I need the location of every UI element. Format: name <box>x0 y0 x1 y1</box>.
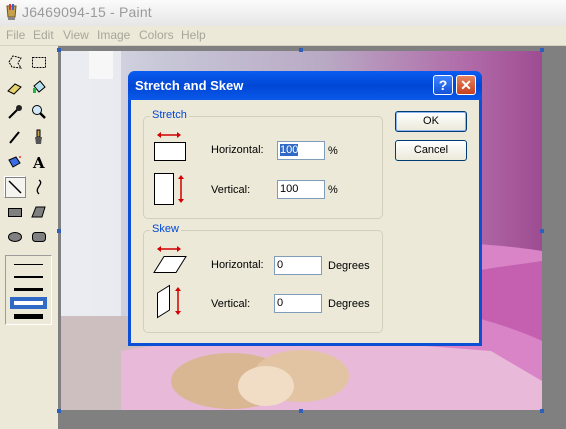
resize-handle[interactable] <box>299 48 303 52</box>
title-bar: J6469094-15 - Paint <box>0 0 566 27</box>
skew-vertical-label: Vertical: <box>211 298 251 310</box>
eraser-icon[interactable] <box>4 76 26 98</box>
line-width-selector <box>5 255 52 325</box>
skew-group-label: Skew <box>150 223 181 235</box>
resize-handle[interactable] <box>540 409 544 413</box>
help-button[interactable]: ? <box>433 75 453 95</box>
airbrush-icon[interactable] <box>4 151 26 173</box>
menu-file[interactable]: File <box>6 28 25 42</box>
line-width-5[interactable] <box>14 314 43 319</box>
resize-handle[interactable] <box>57 48 61 52</box>
fill-icon[interactable] <box>28 76 50 98</box>
skew-vertical-unit: Degrees <box>328 298 370 310</box>
pick-color-icon[interactable] <box>4 101 26 123</box>
resize-handle[interactable] <box>57 409 61 413</box>
paint-app-icon <box>6 4 17 20</box>
stretch-horizontal-unit: % <box>328 145 338 157</box>
stretch-group: Stretch Horizontal: 100 % Vertical: 100 … <box>143 109 383 219</box>
rect-select-icon[interactable] <box>28 51 50 73</box>
free-form-select-icon[interactable] <box>4 51 26 73</box>
ok-button[interactable]: OK <box>395 111 467 132</box>
stretch-horizontal-icon <box>154 132 186 161</box>
brush-icon[interactable] <box>28 126 50 148</box>
cancel-button[interactable]: Cancel <box>395 140 467 161</box>
curve-icon[interactable] <box>28 176 50 198</box>
line-width-4[interactable] <box>14 301 43 305</box>
stretch-group-label: Stretch <box>150 109 189 121</box>
stretch-skew-dialog: Stretch and Skew ? ✕ Stretch Horizontal:… <box>128 71 482 346</box>
skew-vertical-input[interactable]: 0 <box>274 294 322 313</box>
pencil-icon[interactable] <box>4 126 26 148</box>
close-button[interactable]: ✕ <box>456 75 476 95</box>
stretch-horizontal-label: Horizontal: <box>211 144 264 156</box>
menu-colors[interactable]: Colors <box>139 28 174 42</box>
line-width-2[interactable] <box>14 276 43 278</box>
menu-bar: File Edit View Image Colors Help <box>0 26 566 46</box>
rounded-rect-icon[interactable] <box>28 226 50 248</box>
dialog-title-bar[interactable]: Stretch and Skew ? ✕ <box>128 71 482 100</box>
polygon-icon[interactable] <box>28 201 50 223</box>
resize-handle[interactable] <box>540 48 544 52</box>
stretch-vertical-label: Vertical: <box>211 184 251 196</box>
skew-horizontal-label: Horizontal: <box>211 259 264 271</box>
stretch-vertical-unit: % <box>328 184 338 196</box>
skew-group: Skew Horizontal: 0 Degrees Vertical: 0 D… <box>143 223 383 333</box>
resize-handle[interactable] <box>540 229 544 233</box>
menu-view[interactable]: View <box>63 28 89 42</box>
line-width-3[interactable] <box>14 288 43 291</box>
stretch-horizontal-input[interactable]: 100 <box>277 141 325 160</box>
skew-horizontal-input[interactable]: 0 <box>274 256 322 275</box>
menu-help[interactable]: Help <box>181 28 206 42</box>
ellipse-icon[interactable] <box>4 226 26 248</box>
menu-image[interactable]: Image <box>97 28 130 42</box>
resize-handle[interactable] <box>57 229 61 233</box>
window-title: J6469094-15 - Paint <box>22 4 152 20</box>
line-width-1[interactable] <box>14 264 43 265</box>
tool-box: A <box>0 46 58 429</box>
skew-horizontal-unit: Degrees <box>328 260 370 272</box>
dialog-title: Stretch and Skew <box>135 78 244 93</box>
svg-text:A: A <box>32 154 45 170</box>
line-icon[interactable] <box>4 176 26 198</box>
stretch-vertical-icon <box>154 173 184 205</box>
skew-horizontal-icon <box>153 246 187 273</box>
stretch-vertical-input[interactable]: 100 <box>277 180 325 199</box>
rectangle-icon[interactable] <box>4 201 26 223</box>
text-icon[interactable]: A <box>28 151 50 173</box>
magnifier-icon[interactable] <box>28 101 50 123</box>
resize-handle[interactable] <box>299 409 303 413</box>
skew-vertical-icon <box>157 284 181 319</box>
menu-edit[interactable]: Edit <box>33 28 54 42</box>
dialog-body: Stretch Horizontal: 100 % Vertical: 100 … <box>131 100 479 343</box>
